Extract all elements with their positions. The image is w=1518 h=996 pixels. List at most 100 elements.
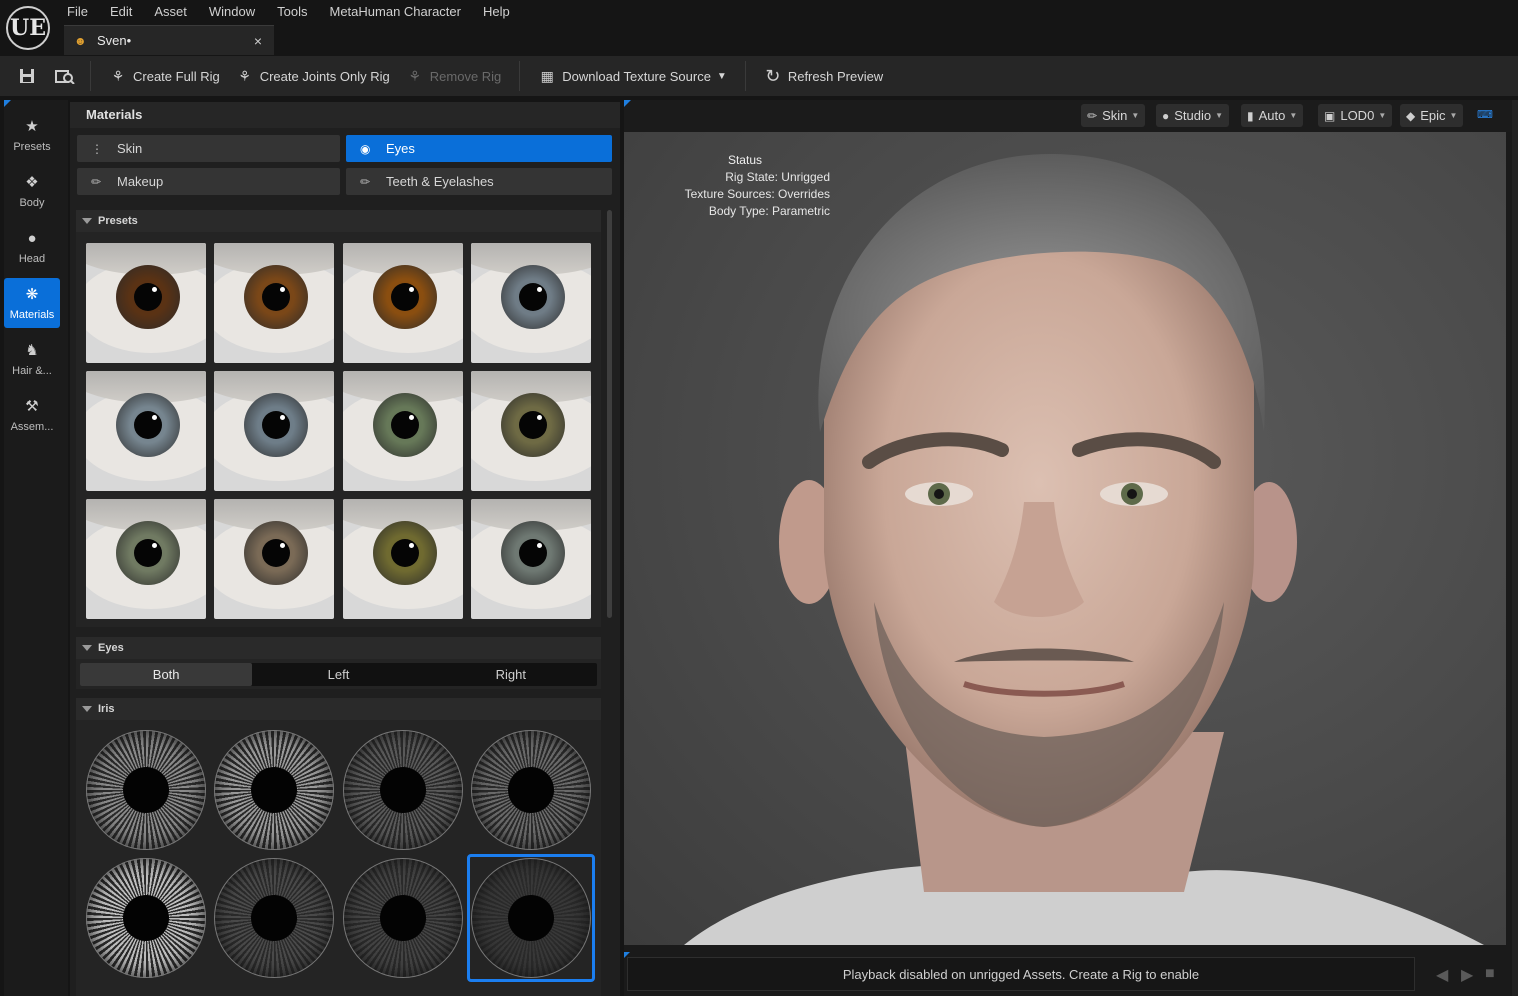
rail-item-label: Body bbox=[19, 197, 45, 209]
category-eyes-button[interactable]: ◉ Eyes bbox=[346, 135, 612, 162]
viewport-lod-label: LOD0 bbox=[1340, 108, 1375, 123]
viewport-quality-dropdown[interactable]: ◆ Epic ▼ bbox=[1400, 104, 1464, 127]
eye-preset-thumbnail[interactable] bbox=[471, 499, 591, 619]
rail-item-body[interactable]: ❖ Body bbox=[4, 166, 60, 216]
menu-help[interactable]: Help bbox=[472, 3, 521, 21]
menu-window[interactable]: Window bbox=[198, 3, 266, 21]
create-joints-only-rig-button[interactable]: ⚘ Create Joints Only Rig bbox=[228, 61, 398, 91]
iris-texture-tile[interactable] bbox=[343, 730, 463, 850]
eye-preset-thumbnail[interactable] bbox=[86, 243, 206, 363]
category-skin-button[interactable]: ⋮ Skin bbox=[77, 135, 340, 162]
eye-side-both[interactable]: Both bbox=[80, 663, 253, 686]
menu-file[interactable]: File bbox=[56, 3, 99, 21]
category-teeth-eyelashes-button[interactable]: ✏ Teeth & Eyelashes bbox=[346, 168, 612, 195]
rail-item-hair[interactable]: ♞ Hair &... bbox=[4, 334, 60, 384]
eye-preset-thumbnail[interactable] bbox=[343, 243, 463, 363]
main-menu: File Edit Asset Window Tools MetaHuman C… bbox=[56, 3, 521, 21]
eyes-header-label: Eyes bbox=[98, 642, 124, 654]
viewport-skin-label: Skin bbox=[1102, 108, 1128, 123]
collapse-triangle-icon bbox=[82, 645, 92, 651]
unreal-logo-icon[interactable]: UE bbox=[6, 6, 50, 50]
materials-icon: ❋ bbox=[25, 286, 39, 303]
play-backward-icon[interactable]: ◀ bbox=[1436, 965, 1448, 985]
iris-texture-tile[interactable] bbox=[86, 730, 206, 850]
star-icon: ★ bbox=[25, 118, 39, 135]
body-icon: ❖ bbox=[25, 174, 39, 191]
eye-preset-thumbnail[interactable] bbox=[343, 499, 463, 619]
viewport-camera-dropdown[interactable]: ▮ Auto ▼ bbox=[1241, 104, 1304, 127]
iris-texture-tile[interactable] bbox=[214, 730, 334, 850]
menu-edit[interactable]: Edit bbox=[99, 3, 143, 21]
eye-preset-thumbnail[interactable] bbox=[86, 499, 206, 619]
eye-preset-thumbnail[interactable] bbox=[86, 371, 206, 491]
brush-icon: ✏ bbox=[360, 174, 371, 189]
rig-icon: ⚘ bbox=[111, 67, 125, 84]
refresh-preview-button[interactable]: ↻ Refresh Preview bbox=[756, 61, 891, 91]
eye-side-left[interactable]: Left bbox=[252, 663, 424, 686]
presets-header[interactable]: Presets bbox=[76, 210, 601, 232]
collapse-triangle-icon bbox=[82, 218, 92, 224]
eye-preset-thumbnail[interactable] bbox=[343, 371, 463, 491]
rail-item-assembly[interactable]: ⚒ Assem... bbox=[4, 390, 60, 440]
eye-preset-thumbnail[interactable] bbox=[214, 371, 334, 491]
status-overlay: Status Rig State: Unrigged Texture Sourc… bbox=[660, 152, 830, 220]
menu-metahuman-character[interactable]: MetaHuman Character bbox=[318, 3, 472, 21]
eye-preset-thumbnail[interactable] bbox=[214, 243, 334, 363]
remove-rig-button[interactable]: ⚘ Remove Rig bbox=[398, 61, 510, 91]
iris-texture-tile[interactable] bbox=[343, 858, 463, 978]
play-forward-icon[interactable]: ▶ bbox=[1461, 965, 1473, 985]
create-joints-only-rig-label: Create Joints Only Rig bbox=[259, 68, 390, 84]
eye-preset-thumbnail[interactable] bbox=[471, 371, 591, 491]
metahuman-character-icon: ☻ bbox=[74, 33, 87, 48]
toolbar-separator bbox=[90, 61, 91, 91]
category-label: Makeup bbox=[117, 174, 164, 189]
iris-texture-tile[interactable] bbox=[86, 858, 206, 978]
bulb-icon: ● bbox=[1162, 108, 1170, 123]
create-full-rig-label: Create Full Rig bbox=[133, 68, 220, 84]
browse-asset-icon[interactable] bbox=[50, 61, 80, 91]
skin-icon: ⋮ bbox=[91, 141, 103, 156]
brush-icon: ✏ bbox=[91, 174, 102, 189]
eye-side-selector: Both Left Right bbox=[80, 663, 597, 686]
checker-texture-icon: ▦ bbox=[540, 67, 554, 84]
create-full-rig-button[interactable]: ⚘ Create Full Rig bbox=[101, 61, 228, 91]
character-preview[interactable] bbox=[624, 132, 1506, 945]
rail-item-label: Assem... bbox=[10, 421, 54, 433]
eye-side-right[interactable]: Right bbox=[425, 663, 597, 686]
joints-rig-icon: ⚘ bbox=[238, 67, 251, 84]
eye-preset-thumbnail[interactable] bbox=[214, 499, 334, 619]
iris-texture-tile[interactable] bbox=[471, 730, 591, 850]
presets-header-label: Presets bbox=[98, 215, 138, 227]
cube-icon: ▣ bbox=[1324, 108, 1336, 123]
category-makeup-button[interactable]: ✏ Makeup bbox=[77, 168, 340, 195]
iris-texture-tile[interactable] bbox=[214, 858, 334, 978]
menu-tools[interactable]: Tools bbox=[266, 3, 318, 21]
download-texture-source-label: Download Texture Source bbox=[562, 68, 711, 84]
viewport-skin-dropdown[interactable]: ✏ Skin ▼ bbox=[1081, 104, 1146, 127]
stop-icon[interactable]: ■ bbox=[1485, 965, 1495, 983]
eye-preset-thumbnail[interactable] bbox=[471, 243, 591, 363]
iris-header[interactable]: Iris bbox=[76, 698, 601, 720]
download-texture-source-dropdown[interactable]: ▦ Download Texture Source ▼ bbox=[530, 61, 735, 91]
eyes-header[interactable]: Eyes bbox=[76, 637, 601, 659]
head-icon: ● bbox=[27, 229, 37, 247]
viewport-camera-label: Auto bbox=[1258, 108, 1286, 123]
rail-item-head[interactable]: ● Head bbox=[4, 222, 60, 272]
chevron-down-icon: ▼ bbox=[716, 70, 727, 82]
presets-scrollbar[interactable] bbox=[607, 210, 612, 618]
keyboard-icon[interactable]: ⌨ bbox=[1477, 108, 1495, 122]
rail-item-materials[interactable]: ❋ Materials bbox=[4, 278, 60, 328]
rail-item-label: Hair &... bbox=[12, 365, 52, 377]
rail-item-presets[interactable]: ★ Presets bbox=[4, 110, 60, 160]
close-tab-icon[interactable]: × bbox=[254, 33, 262, 49]
document-tab[interactable]: ☻ Sven• × bbox=[64, 25, 274, 55]
iris-header-label: Iris bbox=[98, 703, 115, 715]
collapse-triangle-icon bbox=[82, 706, 92, 712]
menu-asset[interactable]: Asset bbox=[143, 3, 198, 21]
iris-selected-outline bbox=[467, 854, 595, 982]
toolbar: ⚘ Create Full Rig ⚘ Create Joints Only R… bbox=[0, 56, 1518, 96]
viewport-lod-dropdown[interactable]: ▣ LOD0 ▼ bbox=[1318, 104, 1393, 127]
viewport-lighting-dropdown[interactable]: ● Studio ▼ bbox=[1156, 104, 1230, 127]
save-icon[interactable] bbox=[12, 61, 42, 91]
eye-icon: ◉ bbox=[360, 141, 371, 156]
